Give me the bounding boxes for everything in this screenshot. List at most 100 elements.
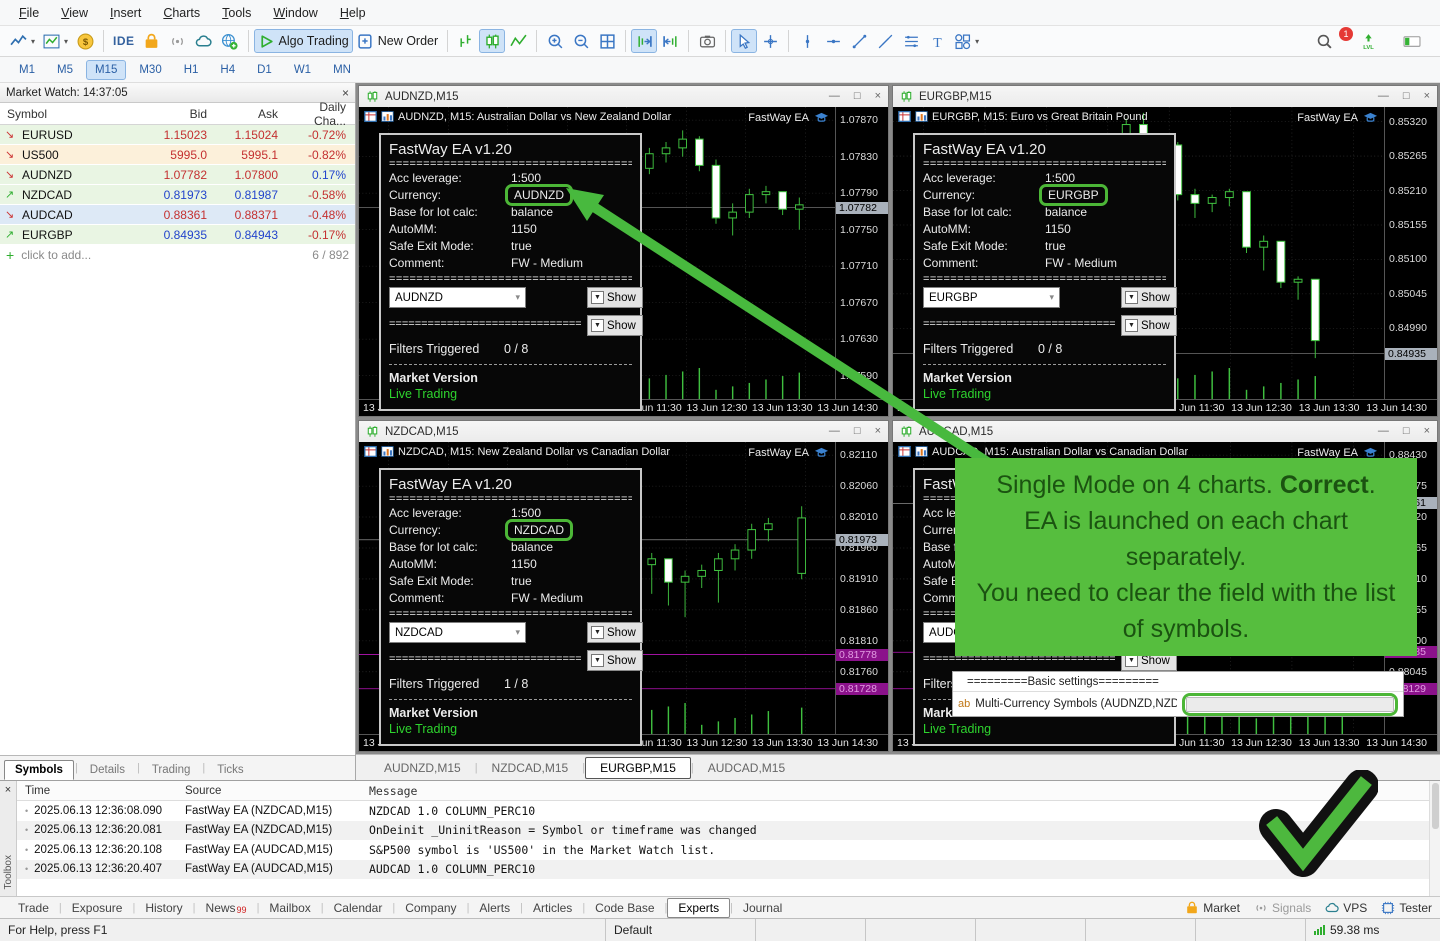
- chart-tab-nzdcad[interactable]: NZDCAD,M15: [478, 758, 583, 778]
- toolbox-scrollbar[interactable]: [1429, 781, 1440, 896]
- zoom-in-icon[interactable]: [542, 29, 568, 53]
- bar-chart-mode-icon[interactable]: [453, 29, 479, 53]
- price-scale[interactable]: 1.078701.078301.077901.077501.077101.076…: [835, 107, 888, 399]
- menu-file[interactable]: File: [8, 2, 50, 24]
- tab-code-base[interactable]: Code Base: [585, 899, 664, 917]
- close-icon[interactable]: ×: [1424, 426, 1430, 437]
- tile-windows-icon[interactable]: [594, 29, 620, 53]
- symbol-dropdown[interactable]: EURGBP▾: [923, 287, 1060, 308]
- algo-trading-button[interactable]: Algo Trading: [254, 29, 353, 53]
- tab-alerts[interactable]: Alerts: [469, 899, 520, 917]
- service-market[interactable]: Market: [1185, 901, 1240, 915]
- menu-help[interactable]: Help: [329, 2, 377, 24]
- tab-company[interactable]: Company: [395, 899, 466, 917]
- fibonacci-icon[interactable]: [898, 29, 924, 53]
- tab-exposure[interactable]: Exposure: [62, 899, 133, 917]
- accounts-icon[interactable]: $: [72, 29, 98, 53]
- tab-symbols[interactable]: Symbols: [4, 760, 74, 780]
- new-order-button[interactable]: New Order: [353, 29, 442, 53]
- service-tester[interactable]: Tester: [1381, 901, 1432, 915]
- text-tool-icon[interactable]: T: [924, 29, 950, 53]
- horizontal-line-icon[interactable]: [820, 29, 846, 53]
- timeframe-mn[interactable]: MN: [324, 60, 360, 80]
- menu-insert[interactable]: Insert: [99, 2, 152, 24]
- menu-view[interactable]: View: [50, 2, 99, 24]
- menu-charts[interactable]: Charts: [152, 2, 211, 24]
- market-bag-icon[interactable]: [139, 29, 165, 53]
- minimize-icon[interactable]: —: [829, 426, 840, 437]
- market-watch-row-audnzd[interactable]: ↘AUDNZD1.077821.078000.17%: [0, 165, 355, 185]
- channel-icon[interactable]: [872, 29, 898, 53]
- vertical-line-icon[interactable]: [794, 29, 820, 53]
- candle-mode-icon[interactable]: [479, 29, 505, 53]
- tab-trading[interactable]: Trading: [141, 760, 202, 780]
- chart-tab-audnzd[interactable]: AUDNZD,M15: [370, 758, 475, 778]
- tab-trade[interactable]: Trade: [8, 899, 59, 917]
- maximize-icon[interactable]: □: [854, 426, 861, 437]
- log-row[interactable]: •2025.06.13 12:36:20.081FastWay EA (NZDC…: [17, 821, 1429, 841]
- menu-tools[interactable]: Tools: [211, 2, 262, 24]
- chart-window-titlebar[interactable]: AUDNZD,M15—□×: [359, 86, 888, 107]
- minimize-icon[interactable]: —: [1378, 91, 1389, 102]
- market-watch-row-eurgbp[interactable]: ↗EURGBP0.849350.84943-0.17%: [0, 225, 355, 245]
- show-button[interactable]: ▼Show: [1121, 315, 1177, 336]
- timeframe-w1[interactable]: W1: [285, 60, 320, 80]
- timeframe-m15[interactable]: M15: [86, 60, 126, 80]
- tab-news[interactable]: News99: [196, 899, 257, 917]
- chart-canvas[interactable]: AUDNZD, M15: Australian Dollar vs New Ze…: [359, 107, 888, 416]
- chart-window-titlebar[interactable]: EURGBP,M15—□×: [893, 86, 1437, 107]
- show-button[interactable]: ▼Show: [587, 315, 643, 336]
- column-ask[interactable]: Ask: [213, 107, 284, 121]
- close-icon[interactable]: ×: [342, 86, 349, 100]
- signals-icon[interactable]: [165, 29, 191, 53]
- cursor-icon[interactable]: [731, 29, 757, 53]
- chart-type-icon[interactable]: ▾: [6, 29, 39, 53]
- minimize-icon[interactable]: —: [1378, 426, 1389, 437]
- crosshair-icon[interactable]: [757, 29, 783, 53]
- price-scale[interactable]: 0.853200.852650.852100.851550.851000.850…: [1384, 107, 1437, 399]
- indicators-icon[interactable]: ▾: [39, 29, 72, 53]
- column-time[interactable]: Time: [17, 785, 185, 797]
- log-row[interactable]: •2025.06.13 12:36:20.407FastWay EA (AUDC…: [17, 860, 1429, 880]
- price-scale[interactable]: 0.821100.820600.820100.819600.819100.818…: [835, 442, 888, 734]
- screenshot-icon[interactable]: [694, 29, 720, 53]
- close-icon[interactable]: ×: [875, 426, 881, 437]
- tab-experts[interactable]: Experts: [667, 898, 730, 918]
- chart-window-titlebar[interactable]: AUDCAD,M15—□×: [893, 421, 1437, 442]
- log-row[interactable]: •2025.06.13 12:36:08.090FastWay EA (NZDC…: [17, 801, 1429, 821]
- minimize-icon[interactable]: —: [829, 91, 840, 102]
- tab-history[interactable]: History: [135, 899, 192, 917]
- maximize-icon[interactable]: □: [854, 91, 861, 102]
- profile-selector[interactable]: Default: [605, 919, 755, 941]
- settings-param-row[interactable]: abMulti-Currency Symbols (AUDNZD,NZD...: [953, 692, 1403, 716]
- show-button[interactable]: ▼Show: [1121, 287, 1177, 308]
- show-button[interactable]: ▼Show: [587, 287, 643, 308]
- maximize-icon[interactable]: □: [1403, 426, 1410, 437]
- symbols-input-field[interactable]: [1186, 697, 1394, 712]
- chart-tab-eurgbp[interactable]: EURGBP,M15: [585, 757, 691, 779]
- menu-window[interactable]: Window: [262, 2, 328, 24]
- timeframe-h1[interactable]: H1: [175, 60, 208, 80]
- column-source[interactable]: Source: [185, 785, 369, 797]
- line-mode-icon[interactable]: [505, 29, 531, 53]
- show-button[interactable]: ▼Show: [587, 622, 643, 643]
- shift-end-icon[interactable]: [631, 29, 657, 53]
- show-button[interactable]: ▼Show: [587, 650, 643, 671]
- chart-window-titlebar[interactable]: NZDCAD,M15—□×: [359, 421, 888, 442]
- trendline-icon[interactable]: [846, 29, 872, 53]
- search-button[interactable]: [1311, 29, 1337, 53]
- tab-ticks[interactable]: Ticks: [206, 760, 254, 780]
- scrollbar-thumb[interactable]: [1432, 783, 1439, 829]
- market-watch-row-nzdcad[interactable]: ↗NZDCAD0.819730.81987-0.58%: [0, 185, 355, 205]
- shapes-icon[interactable]: ▾: [950, 29, 983, 53]
- market-watch-row-us500[interactable]: ↘US5005995.05995.1-0.82%: [0, 145, 355, 165]
- service-vps[interactable]: VPS: [1325, 901, 1367, 915]
- timeframe-m30[interactable]: M30: [130, 60, 170, 80]
- column-daily-change[interactable]: Daily Cha...: [284, 100, 352, 128]
- close-icon[interactable]: ×: [1424, 91, 1430, 102]
- chart-canvas[interactable]: NZDCAD, M15: New Zealand Dollar vs Canad…: [359, 442, 888, 751]
- timeframe-m1[interactable]: M1: [10, 60, 44, 80]
- tab-journal[interactable]: Journal: [733, 899, 792, 917]
- maximize-icon[interactable]: □: [1403, 91, 1410, 102]
- ide-button[interactable]: IDE: [109, 29, 139, 53]
